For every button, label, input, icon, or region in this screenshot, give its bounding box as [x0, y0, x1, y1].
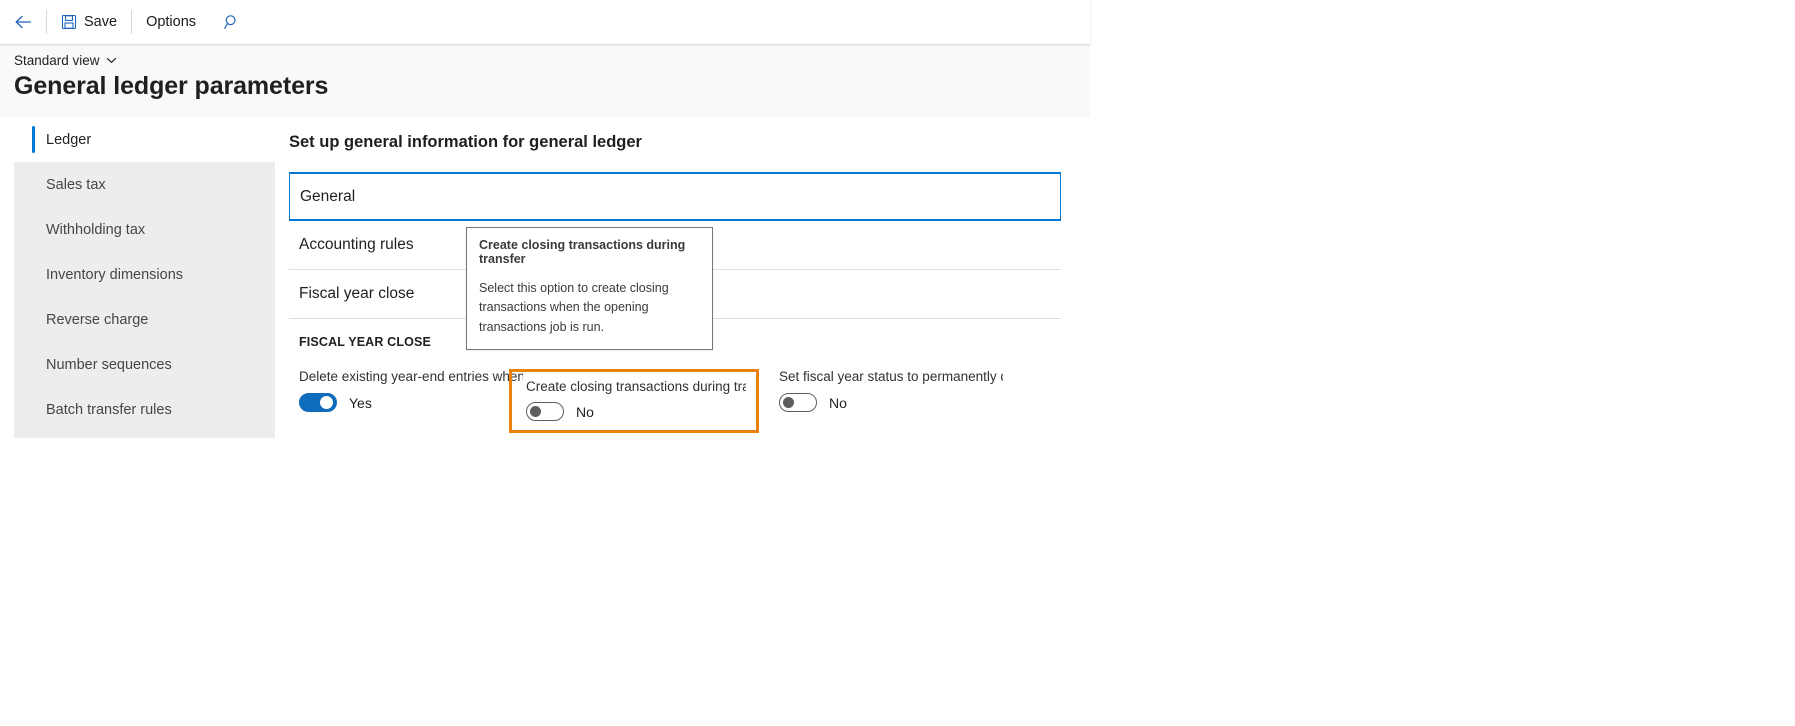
- sidebar-item-sales-tax[interactable]: Sales tax: [14, 162, 275, 207]
- sidebar-item-label: Inventory dimensions: [46, 266, 184, 283]
- field-delete-existing-year-end-entries: Delete existing year-end entries when ..…: [299, 369, 523, 412]
- section-heading: Set up general information for general l…: [289, 133, 642, 151]
- search-icon: [223, 13, 241, 31]
- search-button[interactable]: [210, 0, 254, 44]
- toggle-delete-existing-year-end-entries[interactable]: Yes: [299, 393, 523, 412]
- chevron-down-icon: [106, 55, 117, 66]
- app-root: Save Options Standard view General ledge…: [0, 0, 1795, 726]
- fasttab-title: General: [300, 187, 356, 205]
- back-button[interactable]: [0, 0, 46, 44]
- sidebar-item-ledger[interactable]: Ledger: [14, 117, 275, 162]
- toggle-switch[interactable]: [526, 402, 564, 421]
- fasttab-title: Fiscal year close: [299, 285, 415, 302]
- view-selector-label: Standard view: [14, 53, 100, 68]
- tooltip-title: Create closing transactions during trans…: [479, 238, 686, 266]
- page-header: Standard view General ledger parameters: [0, 44, 1090, 117]
- highlight-box-create-closing-transactions: Create closing transactions during tra..…: [509, 369, 759, 433]
- tooltip-create-closing-transactions: Create closing transactions during trans…: [466, 227, 713, 351]
- sidebar-item-label: Reverse charge: [46, 311, 149, 328]
- field-label: Create closing transactions during tra..…: [526, 379, 746, 394]
- field-label: Set fiscal year status to permanently cl…: [779, 369, 1003, 384]
- tooltip-body: Select this option to create closing tra…: [479, 281, 669, 334]
- save-button[interactable]: Save: [47, 0, 131, 44]
- sidebar-item-number-sequences[interactable]: Number sequences: [14, 342, 275, 387]
- sidebar-navigation: Ledger Sales tax Withholding tax Invento…: [14, 117, 275, 438]
- toggle-set-fiscal-year-status-permanently-closed[interactable]: No: [779, 393, 1003, 412]
- toggle-knob: [783, 397, 794, 408]
- sidebar-item-batch-transfer-rules[interactable]: Batch transfer rules: [14, 387, 275, 432]
- field-label: Delete existing year-end entries when ..…: [299, 369, 523, 384]
- toggle-create-closing-transactions-during-transfer[interactable]: No: [526, 402, 746, 421]
- toggle-value: No: [576, 403, 594, 420]
- toggle-value: No: [829, 394, 847, 411]
- sidebar-item-label: Batch transfer rules: [46, 401, 172, 418]
- sidebar-item-reverse-charge[interactable]: Reverse charge: [14, 297, 275, 342]
- toggle-knob: [530, 406, 541, 417]
- toggle-knob: [320, 396, 333, 409]
- fiscal-year-close-fields: Delete existing year-end entries when ..…: [299, 369, 1051, 433]
- toggle-switch[interactable]: [779, 393, 817, 412]
- field-set-fiscal-year-status: Set fiscal year status to permanently cl…: [779, 369, 1003, 412]
- sidebar-item-withholding-tax[interactable]: Withholding tax: [14, 207, 275, 252]
- view-selector[interactable]: Standard view: [14, 53, 117, 68]
- field-create-closing-transactions-wrapper: Create closing transactions during tra..…: [509, 369, 779, 433]
- options-button[interactable]: Options: [132, 0, 210, 44]
- save-floppy-icon: [61, 14, 77, 30]
- fasttab-title: Accounting rules: [299, 236, 414, 253]
- sidebar-item-label: Sales tax: [46, 176, 106, 193]
- fasttab-general[interactable]: General: [289, 172, 1061, 221]
- toggle-value: Yes: [349, 394, 372, 411]
- sidebar-item-label: Number sequences: [46, 356, 172, 373]
- save-label: Save: [84, 14, 118, 30]
- sidebar-item-inventory-dimensions[interactable]: Inventory dimensions: [14, 252, 275, 297]
- options-label: Options: [146, 14, 197, 30]
- page-title: General ledger parameters: [14, 72, 329, 100]
- toggle-switch[interactable]: [299, 393, 337, 412]
- sidebar-item-label: Ledger: [46, 131, 92, 148]
- command-bar: Save Options: [0, 0, 1090, 44]
- arrow-left-icon: [13, 12, 33, 32]
- sidebar-item-label: Withholding tax: [46, 221, 146, 238]
